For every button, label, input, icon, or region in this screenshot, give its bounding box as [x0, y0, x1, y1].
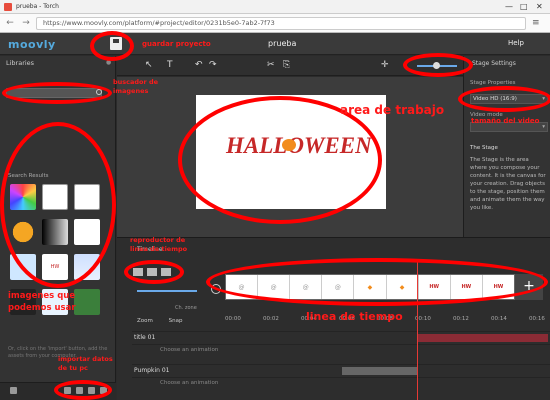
annotation-images-label: imagenes que podemos usar — [8, 291, 76, 313]
pointer-tool-icon[interactable]: ↖ — [145, 60, 153, 70]
annotation-player-label: reproductor de linea de tiempo — [130, 236, 188, 253]
url-input[interactable]: https://www.moovly.com/platform/#project… — [36, 16, 526, 30]
redo-icon[interactable]: ↷ — [209, 60, 217, 70]
undo-icon[interactable]: ↶ — [195, 60, 203, 70]
track-name: title 01 — [134, 334, 156, 341]
annotation-import-label: importar datos de tu pc — [58, 355, 113, 372]
stage-description-title: The Stage — [470, 145, 498, 151]
stage-settings-panel: Stage Settings Stage Properties Video HD… — [463, 56, 550, 237]
track-animation-select[interactable]: Choose an animation — [160, 380, 218, 386]
track-clip[interactable] — [342, 367, 418, 375]
text-tool-icon[interactable]: T — [167, 60, 173, 70]
annotation-stage-label: area de trabajo — [340, 103, 445, 117]
maximize-icon[interactable]: □ — [520, 2, 528, 11]
cut-icon[interactable]: ✂ — [267, 60, 275, 70]
project-title[interactable]: prueba — [268, 39, 296, 48]
browser-titlebar: prueba - Torch — □ ✕ — [0, 0, 550, 14]
help-button[interactable]: Help — [508, 39, 524, 47]
stage-description: The Stage The Stage is the area where yo… — [470, 144, 546, 212]
timeline-options: Zoom Snap — [137, 318, 182, 324]
track-anim-row: Choose an animation — [132, 344, 550, 356]
minimize-icon[interactable]: — — [505, 2, 513, 11]
track-anim-row: Choose an animation — [132, 377, 550, 389]
track-animation-select[interactable]: Choose an animation — [160, 347, 218, 353]
copy-icon[interactable]: ⎘ — [283, 60, 290, 70]
annotation-ring-save — [90, 31, 134, 61]
app-header: moovly prueba Help — [0, 33, 550, 55]
back-icon[interactable]: ← — [4, 17, 16, 29]
moovly-logo: moovly — [8, 38, 56, 51]
refresh-icon[interactable] — [10, 387, 17, 394]
zoom-checkbox[interactable]: Zoom — [137, 318, 153, 324]
annotation-ring-search — [2, 82, 112, 104]
annotation-ring-player — [124, 260, 184, 284]
time-tick: 00:00 — [225, 316, 241, 322]
snap-checkbox[interactable]: Snap — [169, 318, 183, 324]
zone-checkbox[interactable]: Ch. zone — [175, 305, 197, 311]
track-row[interactable]: title 01 — [132, 331, 550, 343]
annotation-timeline-label: linea de tiempo — [306, 310, 403, 323]
track-clip[interactable] — [418, 334, 548, 342]
time-tick: 00:12 — [453, 316, 469, 322]
close-icon[interactable]: ✕ — [536, 2, 543, 11]
annotation-save-label: guardar proyecto — [142, 40, 211, 48]
annotation-ring-zoom — [403, 53, 473, 77]
track-row[interactable]: Pumpkin 01 — [132, 364, 550, 376]
forward-icon[interactable]: → — [20, 17, 32, 29]
time-tick: 00:16 — [529, 316, 545, 322]
align-icon[interactable]: ✛ — [381, 60, 389, 70]
annotation-ring-images — [0, 122, 116, 288]
timeline-zoom-slider[interactable] — [137, 290, 197, 292]
annotation-ring-size — [458, 86, 550, 112]
stage-settings-title: Stage Settings — [472, 60, 516, 67]
annotation-ring-timeline — [206, 258, 548, 306]
browser-address-bar: ← → https://www.moovly.com/platform/#pro… — [0, 14, 550, 33]
browser-tab-title: prueba - Torch — [16, 3, 59, 10]
time-tick: 00:14 — [491, 316, 507, 322]
annotation-search-label: buscador de imagenes — [113, 78, 159, 95]
annotation-size-label: tamaño del video — [471, 117, 540, 125]
time-tick: 00:02 — [263, 316, 279, 322]
track-name: Pumpkin 01 — [134, 367, 170, 374]
library-title: Libraries — [6, 59, 35, 67]
stage-description-text: The Stage is the area where you compose … — [470, 157, 546, 211]
annotation-ring-import — [54, 380, 112, 400]
browser-menu-icon[interactable]: ≡ — [532, 18, 540, 28]
browser-favicon-icon — [4, 3, 12, 11]
